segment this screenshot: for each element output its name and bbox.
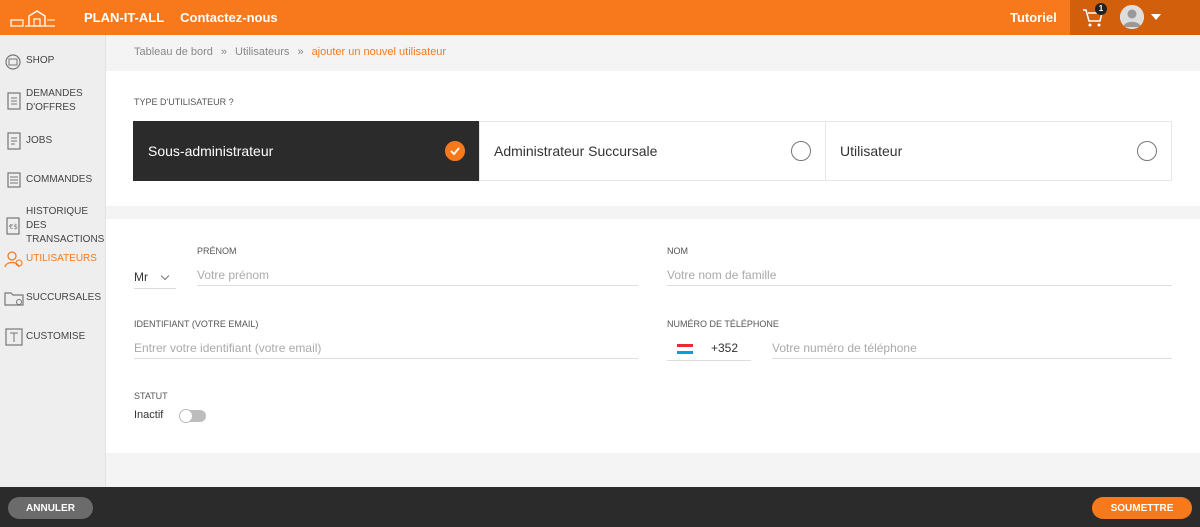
document-icon	[7, 92, 21, 110]
status-toggle[interactable]	[179, 409, 206, 423]
users-icon	[4, 251, 23, 268]
breadcrumb-separator: »	[297, 46, 304, 58]
breadcrumb-item-dashboard[interactable]: Tableau de bord	[134, 46, 213, 58]
status-value: Inactif	[134, 409, 164, 421]
phone-input[interactable]	[772, 337, 1172, 359]
customise-icon	[5, 328, 23, 346]
list-icon	[7, 172, 21, 188]
user-type-option-sous-admin[interactable]: Sous-administrateur	[133, 121, 480, 181]
radio-icon	[1137, 141, 1157, 161]
folder-icon	[4, 292, 24, 306]
shop-icon	[5, 54, 21, 70]
footer-bar: ANNULER SOUMETTRE	[0, 487, 1200, 527]
sidebar-item-demandes[interactable]: DEMANDES D'OFFRES	[4, 87, 104, 115]
sidebar-item-customise[interactable]: CUSTOMISE	[4, 328, 104, 346]
luxembourg-flag-icon	[677, 344, 693, 354]
sidebar-item-historique[interactable]: €$ HISTORIQUE DES TRANSACTIONS	[4, 205, 104, 247]
brand-name[interactable]: PLAN-IT-ALL	[84, 10, 164, 25]
phone-prefix-select[interactable]: +352	[667, 337, 751, 361]
transaction-icon: €$	[6, 217, 20, 235]
civility-select[interactable]: Mr	[134, 265, 176, 289]
breadcrumb: Tableau de bord » Utilisateurs » ajouter un …	[134, 46, 446, 58]
document-icon	[7, 132, 21, 150]
firstname-input[interactable]	[197, 264, 638, 286]
chevron-down-icon[interactable]	[1151, 14, 1161, 20]
breadcrumb-separator: »	[220, 46, 228, 58]
lastname-input[interactable]	[667, 264, 1172, 286]
svg-text:€$: €$	[9, 223, 18, 231]
email-input[interactable]	[134, 337, 638, 359]
cart-badge: 1	[1095, 3, 1107, 15]
tutorial-link[interactable]: Tutoriel	[1010, 0, 1057, 35]
radio-icon	[791, 141, 811, 161]
user-area: 1	[1070, 0, 1200, 35]
breadcrumb-item-users[interactable]: Utilisateurs	[235, 46, 289, 58]
sidebar-item-shop[interactable]: SHOP	[4, 52, 104, 70]
status-label: STATUT	[134, 391, 168, 401]
top-bar: PLAN-IT-ALL Contactez-nous Tutoriel 1	[0, 0, 1200, 35]
user-type-option-admin-succursale[interactable]: Administrateur Succursale	[479, 121, 826, 181]
phone-label: NUMÉRO DE TÉLÉPHONE	[667, 319, 779, 329]
breadcrumb-current: ajouter un nouvel utilisateur	[311, 46, 447, 58]
user-type-card: TYPE D'UTILISATEUR ? Sous-administrateur…	[106, 71, 1200, 206]
submit-button[interactable]: SOUMETTRE	[1092, 497, 1192, 519]
sidebar-item-utilisateurs[interactable]: UTILISATEURS	[4, 250, 104, 268]
chevron-down-icon	[160, 271, 170, 281]
sidebar-item-commandes[interactable]: COMMANDES	[4, 171, 104, 189]
user-type-option-utilisateur[interactable]: Utilisateur	[825, 121, 1172, 181]
avatar[interactable]	[1120, 5, 1144, 29]
lastname-label: NOM	[667, 246, 688, 256]
sidebar: SHOP DEMANDES D'OFFRES JOBS COMMANDES €$…	[0, 35, 106, 487]
sidebar-item-jobs[interactable]: JOBS	[4, 132, 104, 150]
firstname-label: PRÉNOM	[197, 246, 237, 256]
cancel-button[interactable]: ANNULER	[8, 497, 93, 519]
user-type-label: TYPE D'UTILISATEUR ?	[134, 97, 234, 107]
email-label: IDENTIFIANT (VOTRE EMAIL)	[134, 319, 259, 329]
toggle-knob	[179, 409, 193, 423]
user-form-card: Mr PRÉNOM NOM IDENTIFIANT (VOTRE EMAIL) …	[106, 219, 1200, 453]
logo-icon[interactable]	[0, 0, 66, 35]
contact-link[interactable]: Contactez-nous	[180, 10, 278, 25]
check-icon	[445, 141, 465, 161]
sidebar-item-succursales[interactable]: SUCCURSALES	[4, 289, 104, 307]
